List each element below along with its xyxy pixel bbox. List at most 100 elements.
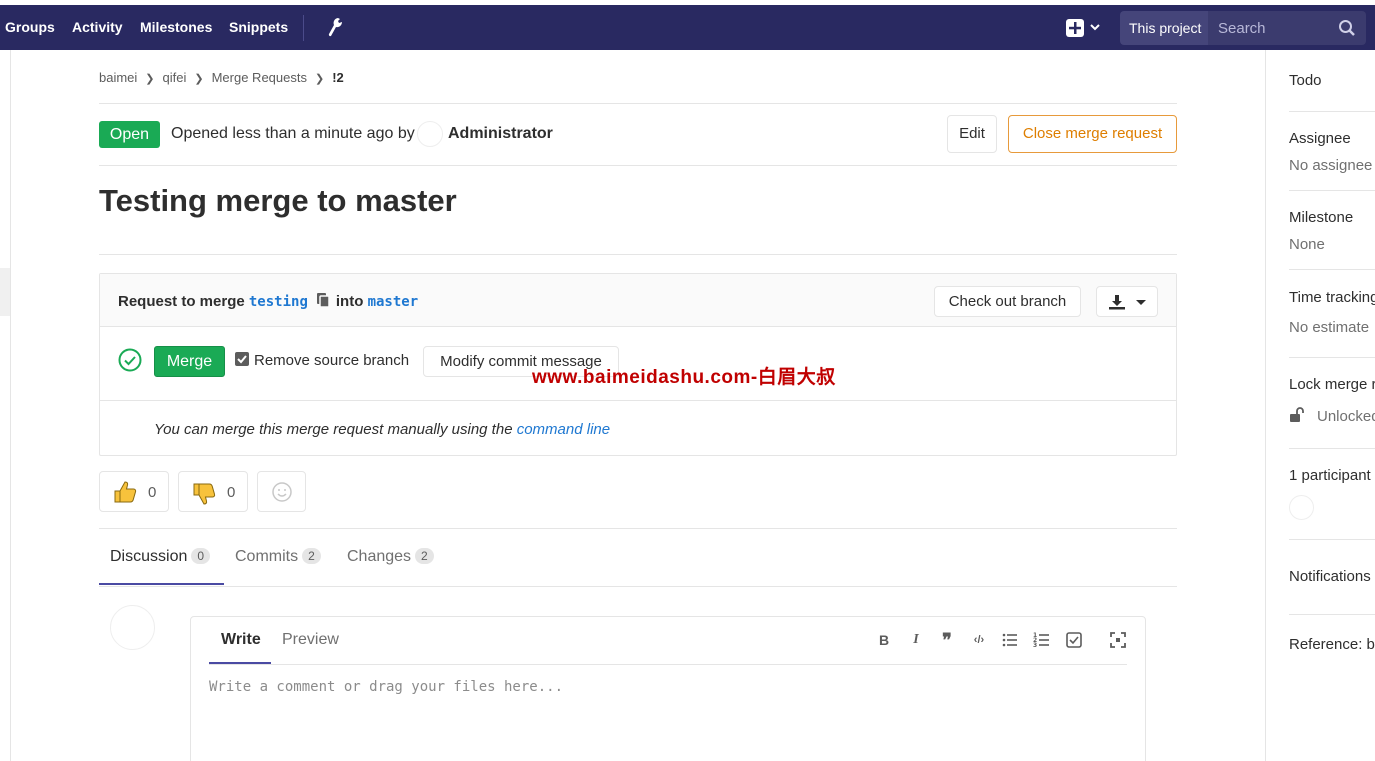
left-sidebar-border <box>10 50 11 761</box>
right-sidebar: Todo Assignee No assignee Milestone None… <box>1265 50 1375 761</box>
new-item-dropdown-icon[interactable] <box>1064 17 1106 39</box>
add-reaction-button[interactable] <box>257 471 306 512</box>
opened-text: Opened less than a minute ago by <box>171 125 415 142</box>
download-icon <box>1109 295 1125 310</box>
top-navbar: Groups Activity Milestones Snippets This… <box>0 0 1375 50</box>
divider <box>1289 269 1375 270</box>
participant-avatar[interactable] <box>1289 495 1314 520</box>
breadcrumb-item-current[interactable]: !2 <box>332 70 344 85</box>
write-tab[interactable]: Write <box>221 631 261 649</box>
bold-icon[interactable]: B <box>875 631 893 649</box>
time-tracking-title: Time tracking <box>1289 289 1375 306</box>
into-label: into <box>335 293 364 310</box>
download-dropdown-button[interactable] <box>1096 286 1158 317</box>
todo-button[interactable]: Todo <box>1289 72 1322 89</box>
nav-activity[interactable]: Activity <box>72 19 123 35</box>
time-tracking-value: No estimate <box>1289 319 1370 336</box>
author-name[interactable]: Administrator <box>448 125 553 143</box>
fullscreen-icon[interactable] <box>1109 631 1127 649</box>
check-circle-icon <box>118 348 142 372</box>
left-sidebar-toggle[interactable] <box>0 268 10 316</box>
divider <box>99 528 1177 529</box>
active-tab-indicator <box>99 583 224 585</box>
tab-label: Changes <box>347 548 412 565</box>
command-line-link[interactable]: command line <box>517 421 610 438</box>
caret-down-icon <box>1136 300 1146 305</box>
merge-widget-header: Request to merge testing into master Chec… <box>100 274 1176 327</box>
target-branch[interactable]: master <box>368 294 419 310</box>
thumbs-down-count: 0 <box>227 484 236 501</box>
assignee-title: Assignee <box>1289 130 1351 147</box>
breadcrumb-item-project[interactable]: qifei <box>163 70 187 85</box>
milestone-value: None <box>1289 236 1325 253</box>
check-out-branch-button[interactable]: Check out branch <box>934 286 1081 317</box>
search-placeholder: Search <box>1218 20 1266 37</box>
status-badge: Open <box>99 121 160 148</box>
assignee-value: No assignee <box>1289 157 1373 174</box>
remove-source-branch-label[interactable]: Remove source branch <box>254 352 409 369</box>
watermark: www.baimeidashu.com-白眉大叔 <box>532 367 836 388</box>
nav-groups[interactable]: Groups <box>5 19 55 35</box>
edit-button[interactable]: Edit <box>947 115 997 153</box>
breadcrumb-item-group[interactable]: baimei <box>99 70 137 85</box>
tab-commits[interactable]: Commits 2 <box>235 548 321 566</box>
remove-source-branch-checkbox[interactable] <box>235 352 249 366</box>
request-to-merge-label: Request to merge <box>118 293 245 310</box>
navbar-inner: Groups Activity Milestones Snippets This… <box>0 5 1375 50</box>
quote-icon[interactable]: ❞ <box>938 631 956 649</box>
chevron-right-icon: ❯ <box>314 73 325 85</box>
divider <box>1289 357 1375 358</box>
tab-label: Commits <box>235 548 299 565</box>
italic-icon[interactable]: I <box>907 631 925 649</box>
thumbs-down-award-button[interactable]: 0 <box>178 471 248 512</box>
close-merge-request-button[interactable]: Close merge request <box>1008 115 1177 153</box>
nav-milestones[interactable]: Milestones <box>140 19 212 35</box>
tab-discussion[interactable]: Discussion 0 <box>110 548 211 566</box>
bullet-list-icon[interactable] <box>1001 631 1019 649</box>
task-list-icon[interactable] <box>1065 631 1083 649</box>
thumbs-up-award-button[interactable]: 0 <box>99 471 169 512</box>
copy-icon[interactable] <box>316 292 330 308</box>
checkmark-icon <box>237 355 247 364</box>
notifications-title[interactable]: Notifications <box>1289 568 1371 585</box>
divider <box>99 165 1177 166</box>
source-branch[interactable]: testing <box>249 294 308 310</box>
author-avatar[interactable] <box>417 121 443 147</box>
reference-text: Reference: ba <box>1289 636 1375 653</box>
divider <box>209 664 1127 665</box>
comment-form: Write Preview B I ❞ ‹/› 1 2 3 Write a co… <box>190 616 1146 761</box>
breadcrumb-item-merge-requests[interactable]: Merge Requests <box>212 70 307 85</box>
chevron-right-icon: ❯ <box>145 73 155 85</box>
search-input[interactable]: Search <box>1208 11 1366 45</box>
comment-textarea[interactable]: Write a comment or drag your files here.… <box>209 679 563 695</box>
divider <box>1289 614 1375 615</box>
search-scope-this-project[interactable]: This project <box>1120 11 1208 45</box>
divider <box>99 254 1177 255</box>
divider <box>1289 539 1375 540</box>
thumbs-up-count: 0 <box>148 484 157 501</box>
divider <box>1289 111 1375 112</box>
svg-text:3: 3 <box>1033 642 1037 649</box>
divider <box>1289 190 1375 191</box>
participants-title: 1 participant <box>1289 467 1371 484</box>
wrench-icon[interactable] <box>326 16 344 38</box>
thumbs-up-icon <box>114 481 137 503</box>
tab-changes[interactable]: Changes 2 <box>347 548 434 566</box>
nav-snippets[interactable]: Snippets <box>229 19 288 35</box>
lock-merge-title: Lock merge r <box>1289 376 1375 393</box>
milestone-title: Milestone <box>1289 209 1354 226</box>
tab-count-badge: 2 <box>302 548 321 564</box>
divider <box>99 586 1177 587</box>
merge-button[interactable]: Merge <box>154 346 225 377</box>
code-icon[interactable]: ‹/› <box>970 631 988 649</box>
merge-request-branches: Request to merge testing into master <box>118 292 418 310</box>
preview-tab[interactable]: Preview <box>282 631 339 649</box>
breadcrumb: baimei ❯ qifei ❯ Merge Requests ❯ !2 <box>99 70 344 85</box>
manual-merge-hint: You can merge this merge request manuall… <box>154 421 610 438</box>
search-icon[interactable] <box>1338 19 1356 37</box>
tab-count-badge: 2 <box>415 548 434 564</box>
thumbs-down-icon <box>193 483 216 505</box>
nav-divider <box>303 15 304 41</box>
numbered-list-icon[interactable]: 1 2 3 <box>1033 631 1051 649</box>
chevron-right-icon: ❯ <box>194 73 204 85</box>
